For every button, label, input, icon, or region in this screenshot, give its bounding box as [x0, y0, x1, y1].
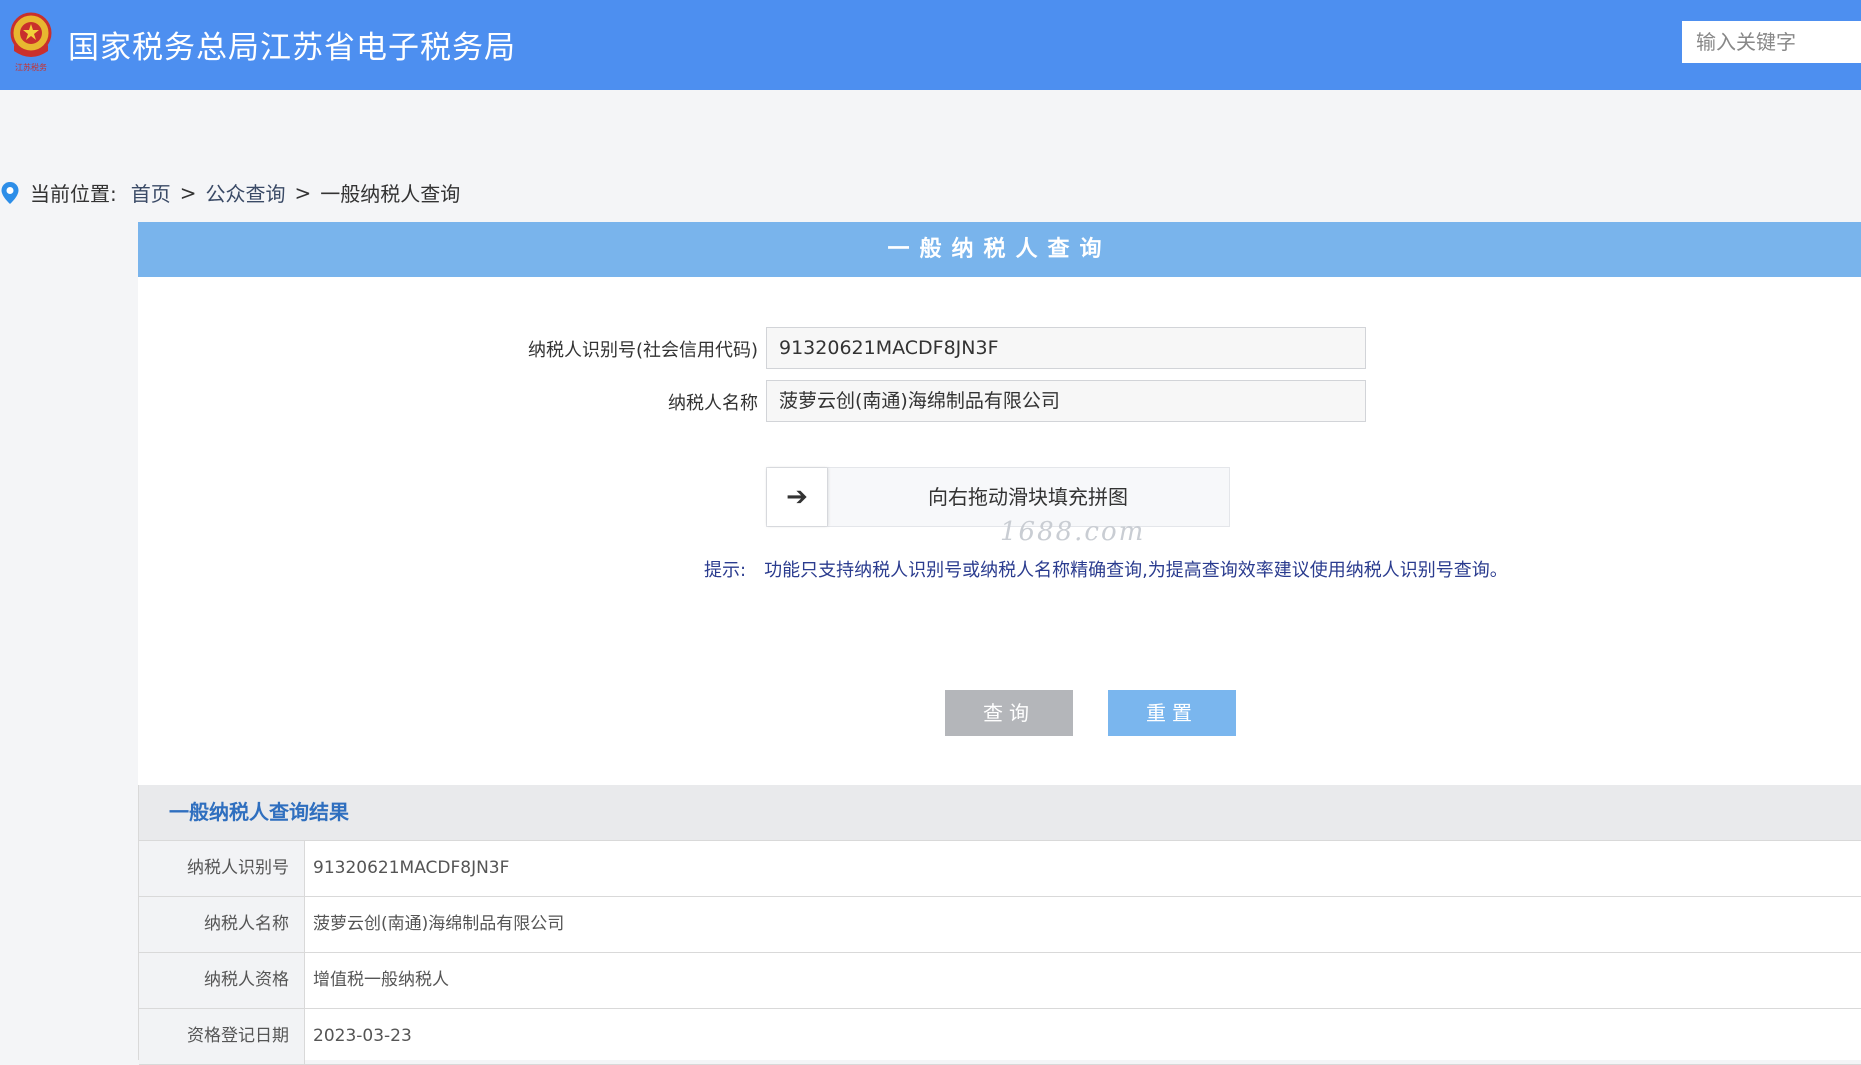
result-value: 91320621MACDF8JN3F: [313, 858, 510, 878]
captcha-slider[interactable]: ➔ 向右拖动滑块填充拼图: [766, 467, 1230, 527]
query-panel: 一般纳税人查询 纳税人识别号(社会信用代码) 91320621MACDF8JN3…: [138, 222, 1861, 788]
breadcrumb: 当前位置: 首页 > 公众查询 > 一般纳税人查询: [0, 178, 460, 207]
taxpayer-name-label: 纳税人名称: [668, 393, 758, 414]
top-header-bar: 江苏税务 国家税务总局江苏省电子税务局: [0, 0, 1861, 90]
result-value: 增值税一般纳税人: [313, 970, 449, 990]
reset-button[interactable]: 重置: [1108, 690, 1236, 736]
result-value: 2023-03-23: [313, 1026, 412, 1046]
hint-label: 提示:: [704, 560, 747, 581]
location-pin-icon: [1, 181, 19, 204]
results-title: 一般纳税人查询结果: [139, 785, 1861, 841]
watermark: 1688.com: [1000, 517, 1146, 547]
breadcrumb-current-page: 一般纳税人查询: [320, 182, 461, 206]
taxpayer-id-label: 纳税人识别号(社会信用代码): [527, 340, 758, 361]
breadcrumb-separator: >: [179, 180, 197, 205]
breadcrumb-home-link[interactable]: 首页: [131, 178, 171, 207]
search-input[interactable]: [1682, 21, 1861, 63]
site-title: 国家税务总局江苏省电子税务局: [68, 30, 516, 66]
breadcrumb-public-query-link[interactable]: 公众查询: [206, 178, 286, 207]
result-value: 菠萝云创(南通)海绵制品有限公司: [313, 914, 565, 934]
query-button[interactable]: 查询: [945, 690, 1073, 736]
result-key: 资格登记日期: [139, 1009, 305, 1064]
result-key: 纳税人名称: [139, 897, 305, 952]
breadcrumb-label: 当前位置:: [30, 182, 117, 206]
breadcrumb-separator: >: [294, 180, 312, 205]
hint-text: 功能只支持纳税人识别号或纳税人名称精确查询,为提高查询效率建议使用纳税人识别号查…: [764, 560, 1508, 581]
query-panel-title: 一般纳税人查询: [138, 222, 1861, 277]
result-key: 纳税人识别号: [139, 841, 305, 896]
table-row: 纳税人资格 增值税一般纳税人: [139, 953, 1861, 1009]
taxpayer-id-input[interactable]: 91320621MACDF8JN3F: [766, 327, 1366, 369]
table-row: 资格登记日期 2023-03-23: [139, 1009, 1861, 1065]
result-key: 纳税人资格: [139, 953, 305, 1008]
query-hint: 提示: 功能只支持纳税人识别号或纳税人名称精确查询,为提高查询效率建议使用纳税人识…: [704, 556, 1508, 582]
slider-arrow-icon[interactable]: ➔: [767, 468, 828, 526]
tax-emblem-logo[interactable]: 江苏税务: [8, 11, 54, 73]
results-panel: 一般纳税人查询结果 纳税人识别号 91320621MACDF8JN3F 纳税人名…: [138, 785, 1861, 1065]
taxpayer-name-input[interactable]: 菠萝云创(南通)海绵制品有限公司: [766, 380, 1366, 422]
table-row: 纳税人名称 菠萝云创(南通)海绵制品有限公司: [139, 897, 1861, 953]
table-row: 纳税人识别号 91320621MACDF8JN3F: [139, 841, 1861, 897]
logo-text: 江苏税务: [15, 62, 47, 72]
